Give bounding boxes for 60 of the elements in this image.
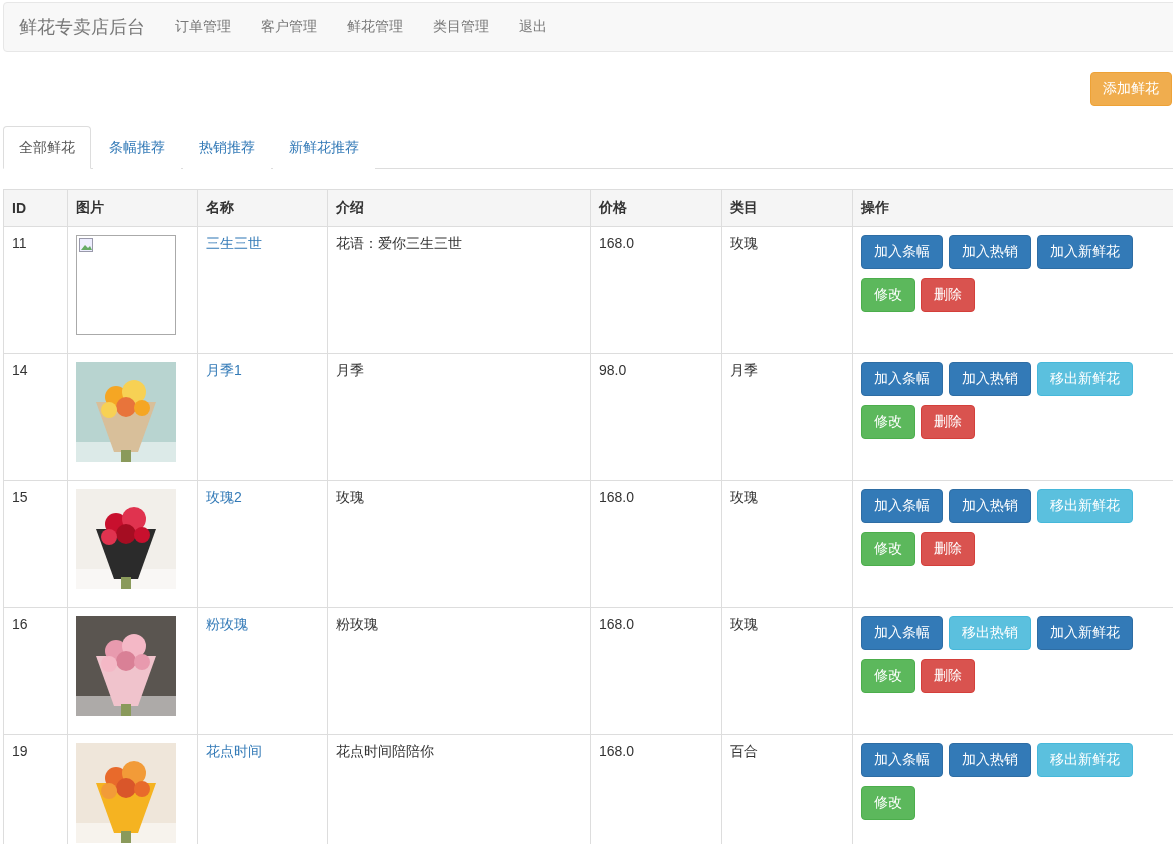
action-button[interactable]: 加入条幅	[861, 743, 943, 777]
action-button[interactable]: 加入新鲜花	[1037, 616, 1133, 650]
table-cell: 98.0	[599, 362, 627, 378]
action-button[interactable]: 删除	[921, 532, 975, 566]
table-cell: 11	[12, 235, 27, 251]
table-cell: 14	[12, 362, 28, 378]
table-cell: 粉玫瑰	[336, 616, 378, 634]
table-cell: 168.0	[599, 616, 635, 632]
column-header: 价格	[590, 189, 722, 227]
brand-title[interactable]: 鲜花专卖店后台	[19, 15, 145, 39]
table-cell: 花语：爱你三生三世	[336, 235, 462, 253]
column-header: 名称	[197, 189, 328, 227]
action-button[interactable]: 修改	[861, 659, 915, 693]
tab[interactable]: 全部鲜花	[3, 126, 91, 169]
action-button[interactable]: 加入条幅	[861, 362, 943, 396]
nav-link[interactable]: 鲜花管理	[332, 18, 418, 36]
action-button[interactable]: 删除	[921, 405, 975, 439]
table-cell: 15	[12, 489, 28, 505]
flower-name-link[interactable]: 粉玫瑰	[206, 616, 248, 634]
nav-link[interactable]: 客户管理	[246, 18, 332, 36]
nav-link[interactable]: 类目管理	[418, 18, 504, 36]
action-button[interactable]: 修改	[861, 786, 915, 820]
column-header: 介绍	[327, 189, 591, 227]
table-cell: 玫瑰	[730, 489, 758, 507]
action-button[interactable]: 删除	[921, 659, 975, 693]
action-button[interactable]: 加入条幅	[861, 616, 943, 650]
nav-link[interactable]: 订单管理	[160, 18, 246, 36]
flower-name-link[interactable]: 三生三世	[206, 235, 262, 253]
table-cell: 玫瑰	[336, 489, 364, 507]
column-header: ID	[3, 189, 68, 227]
table-cell: 花点时间陪陪你	[336, 743, 434, 761]
table-cell: 玫瑰	[730, 235, 758, 253]
column-header: 类目	[721, 189, 853, 227]
action-button[interactable]: 加入条幅	[861, 235, 943, 269]
table-cell: 168.0	[599, 743, 635, 759]
table-cell: 168.0	[599, 235, 635, 251]
table-cell: 16	[12, 616, 28, 632]
action-button[interactable]: 加入热销	[949, 743, 1031, 777]
nav-link[interactable]: 退出	[504, 18, 562, 36]
flower-name-link[interactable]: 花点时间	[206, 743, 262, 761]
table-cell: 玫瑰	[730, 616, 758, 634]
action-button[interactable]: 修改	[861, 405, 915, 439]
column-header: 操作	[852, 189, 1173, 227]
column-header: 图片	[67, 189, 198, 227]
table-cell: 月季	[730, 362, 758, 380]
action-button[interactable]: 删除	[921, 278, 975, 312]
table-cell: 月季	[336, 362, 364, 380]
flower-name-link[interactable]: 月季1	[206, 362, 242, 380]
flower-name-link[interactable]: 玫瑰2	[206, 489, 242, 507]
action-button[interactable]: 加入热销	[949, 362, 1031, 396]
action-button[interactable]: 加入新鲜花	[1037, 235, 1133, 269]
action-button[interactable]: 加入热销	[949, 489, 1031, 523]
table-cell: 百合	[730, 743, 758, 761]
action-button[interactable]: 修改	[861, 278, 915, 312]
action-button[interactable]: 加入条幅	[861, 489, 943, 523]
table-cell: 168.0	[599, 489, 635, 505]
action-button[interactable]: 加入热销	[949, 235, 1031, 269]
action-button[interactable]: 修改	[861, 532, 915, 566]
broken-image-icon	[79, 238, 95, 254]
table-cell: 19	[12, 743, 28, 759]
